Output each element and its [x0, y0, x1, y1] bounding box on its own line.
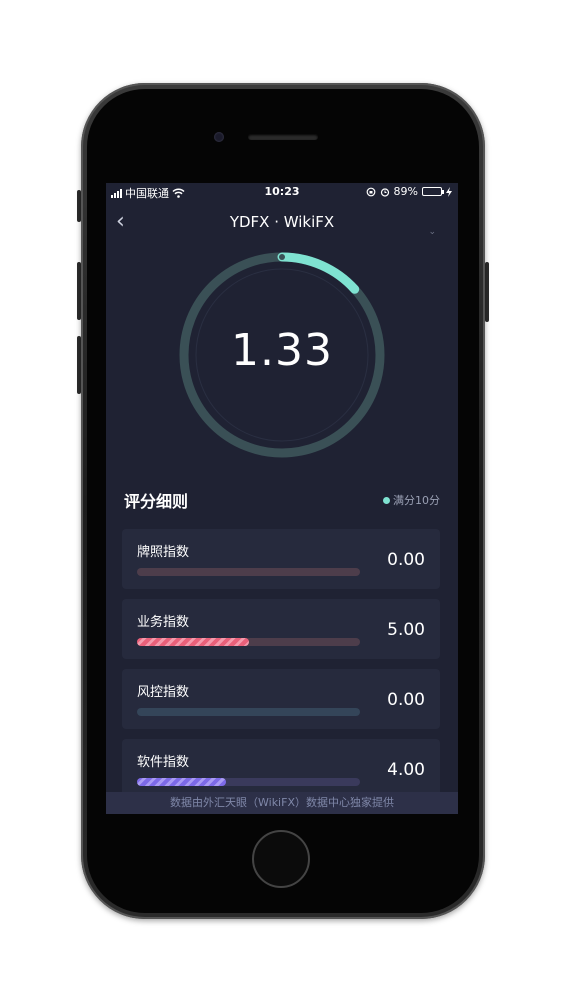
status-right: 89%: [366, 185, 452, 198]
metric-label: 风控指数: [137, 685, 190, 700]
battery-icon: [422, 187, 444, 196]
metric-bar-fill: [137, 638, 249, 646]
metric-card-license[interactable]: 牌照指数 0.00: [122, 529, 440, 589]
metric-card-risk-control[interactable]: 风控指数 0.00: [122, 669, 440, 729]
metric-label: 牌照指数: [137, 545, 190, 560]
metric-bar-track: [137, 778, 360, 786]
score-value: 1.33: [231, 325, 333, 376]
home-button[interactable]: [252, 830, 310, 888]
metric-card-business[interactable]: 业务指数 5.00: [122, 599, 440, 659]
metric-label: 业务指数: [137, 615, 190, 630]
power-button: [485, 262, 489, 322]
metric-label: 软件指数: [137, 755, 190, 770]
app-screen: 中国联通 10:23 89% ‹ YDFX · WikiFX ⌄ 1.33 评分…: [106, 183, 458, 814]
page-title: YDFX · WikiFX: [229, 213, 335, 231]
metric-value: 4.00: [387, 760, 425, 780]
data-source-footer: 数据由外汇天眼（WikiFX）数据中心独家提供: [106, 792, 458, 814]
metric-bar-track: [137, 638, 360, 646]
metric-bar-track: [137, 708, 360, 716]
nav-bar: ‹ YDFX · WikiFX ⌄: [106, 207, 458, 237]
orientation-lock-icon: [366, 187, 375, 196]
metric-card-software[interactable]: 软件指数 4.00: [122, 739, 440, 799]
section-title: 评分细则: [124, 492, 189, 511]
metric-value: 5.00: [387, 620, 425, 640]
front-camera: [214, 132, 224, 142]
earpiece-speaker: [248, 134, 318, 140]
score-gauge: 1.33: [176, 249, 388, 461]
gauge-start-dot: [279, 254, 285, 260]
metric-value: 0.00: [387, 690, 425, 710]
alarm-icon: [380, 187, 389, 197]
metric-bar-track: [137, 568, 360, 576]
status-bar: 中国联通 10:23 89%: [106, 183, 458, 201]
score-legend: 满分10分: [383, 492, 440, 508]
legend-text: 满分10分: [393, 494, 440, 507]
battery-percent: 89%: [393, 185, 418, 198]
metric-bar-fill: [137, 778, 227, 786]
metric-value: 0.00: [387, 550, 425, 570]
charging-bolt-icon: [446, 186, 452, 197]
legend-dot-icon: [383, 496, 390, 504]
chevron-down-icon[interactable]: ⌄: [428, 227, 436, 237]
